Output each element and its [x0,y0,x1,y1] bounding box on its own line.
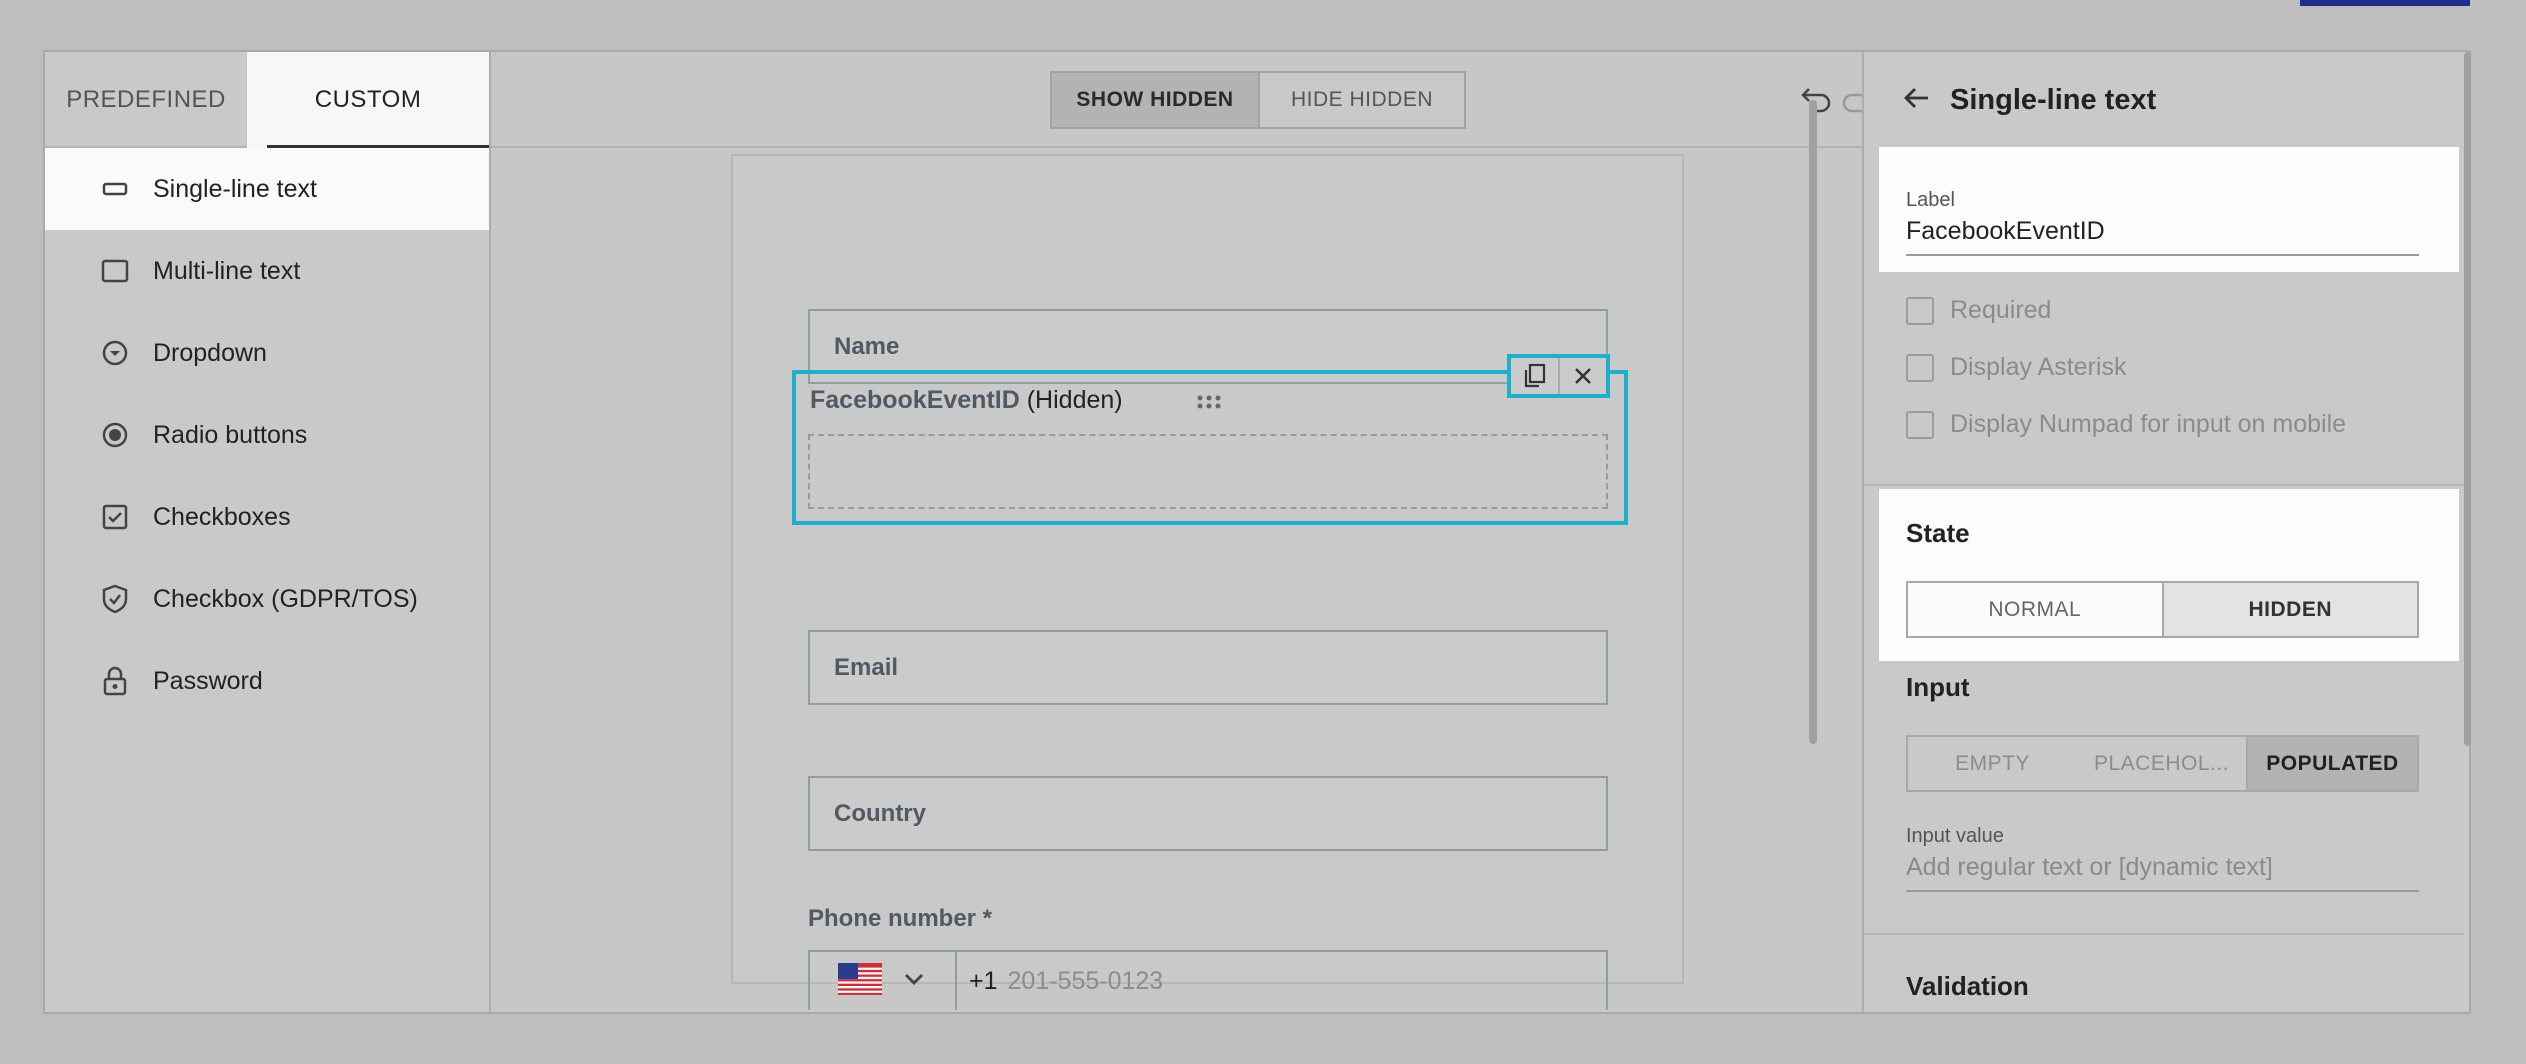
email-field[interactable]: Email [808,630,1608,705]
field-type-checkbox-gdpr[interactable]: Checkbox (GDPR/TOS) [45,558,489,640]
multi-line-icon [87,259,143,283]
asterisk-label: Display Asterisk [1950,353,2127,381]
hidden-visibility-toggle: SHOW HIDDEN HIDE HIDDEN [1050,71,1466,129]
phone-number-input[interactable]: +1 201-555-0123 [957,952,1163,1010]
tab-custom[interactable]: CUSTOM [247,52,489,148]
numpad-checkbox[interactable] [1906,410,1934,439]
field-type-dropdown[interactable]: Dropdown [45,312,489,394]
canvas-scrollbar[interactable] [1809,100,1817,744]
asterisk-checkbox-row[interactable]: Display Asterisk [1906,353,2126,382]
input-placeholder-button[interactable]: PLACEHOL... [2077,737,2246,790]
phone-country-code: +1 [969,966,998,995]
asterisk-checkbox[interactable] [1906,353,1934,382]
state-toggle: NORMAL HIDDEN [1906,581,2419,638]
country-field-placeholder: Country [834,799,926,827]
field-type-label: Radio buttons [153,420,308,449]
field-type-label: Password [153,666,263,695]
numpad-checkbox-row[interactable]: Display Numpad for input on mobile [1906,410,2346,439]
field-library-panel: PREDEFINED CUSTOM Single-line text Multi… [45,52,491,1012]
field-actions [1507,354,1610,398]
dropdown-icon [87,339,143,367]
lock-icon [87,666,143,696]
undo-icon[interactable] [1801,85,1833,120]
field-type-label: Checkbox (GDPR/TOS) [153,584,418,613]
field-type-label: Single-line text [153,174,317,203]
hidden-field-input[interactable] [808,434,1608,509]
state-normal-button[interactable]: NORMAL [1908,583,2162,636]
field-type-checkboxes[interactable]: Checkboxes [45,476,489,558]
section-divider [1864,484,2464,486]
phone-label: Phone number * [808,905,993,932]
country-code-select[interactable] [810,952,957,1010]
show-hidden-button[interactable]: SHOW HIDDEN [1052,73,1258,127]
form-preview-card [731,154,1684,984]
field-type-label: Multi-line text [153,256,301,285]
field-type-radio-buttons[interactable]: Radio buttons [45,394,489,476]
settings-scrollbar[interactable] [2464,52,2471,746]
drag-handle-icon[interactable] [1197,395,1221,414]
numpad-label: Display Numpad for input on mobile [1950,410,2347,438]
validation-title: Validation [1906,971,2029,1001]
hidden-suffix: (Hidden) [1026,386,1123,414]
chevron-down-icon [904,972,924,990]
label-caption: Label [1906,189,1955,211]
close-icon[interactable] [1557,358,1607,394]
field-type-label: Dropdown [153,338,267,367]
field-type-label: Checkboxes [153,502,291,531]
selected-field-label: FacebookEventID (Hidden) [810,386,1123,415]
top-accent-bar [2300,0,2470,6]
name-field-placeholder: Name [834,332,900,360]
hide-hidden-button[interactable]: HIDE HIDDEN [1258,73,1464,127]
settings-title: Single-line text [1950,83,2157,116]
required-checkbox[interactable] [1906,296,1934,325]
input-empty-button[interactable]: EMPTY [1908,737,2077,790]
phone-field: +1 201-555-0123 [808,950,1608,1010]
phone-placeholder: 201-555-0123 [1007,966,1164,995]
field-type-password[interactable]: Password [45,640,489,722]
canvas-toolbar: SHOW HIDDEN HIDE HIDDEN [491,52,1872,148]
required-checkbox-row[interactable]: Required [1906,296,2051,325]
shield-check-icon [87,584,143,614]
field-type-single-line-text[interactable]: Single-line text [45,148,489,230]
us-flag-icon [838,962,882,1000]
tab-predefined[interactable]: PREDEFINED [45,52,247,148]
selected-field-name: FacebookEventID [810,386,1020,414]
input-value-caption: Input value [1906,825,2004,847]
email-field-placeholder: Email [834,653,899,681]
field-type-multi-line-text[interactable]: Multi-line text [45,230,489,312]
checkbox-icon [87,503,143,531]
field-type-list: Single-line text Multi-line text Dropdow… [45,148,489,722]
radio-icon [87,421,143,449]
duplicate-icon[interactable] [1511,358,1558,394]
back-arrow-icon[interactable] [1904,84,1930,117]
state-title: State [1906,518,1970,548]
country-field[interactable]: Country [808,776,1608,851]
single-line-icon [87,182,143,196]
section-divider [1864,933,2464,935]
input-title: Input [1906,672,1970,702]
input-mode-toggle: EMPTY PLACEHOL... POPULATED [1906,735,2419,792]
settings-header: Single-line text [1864,52,2469,148]
field-library-tabs: PREDEFINED CUSTOM [45,52,489,148]
state-hidden-button[interactable]: HIDDEN [2161,583,2417,636]
required-label: Required [1950,296,2052,324]
input-value-field[interactable]: Add regular text or [dynamic text] [1906,853,2419,892]
label-input[interactable]: FacebookEventID [1906,217,2419,256]
input-populated-button[interactable]: POPULATED [2246,737,2417,790]
